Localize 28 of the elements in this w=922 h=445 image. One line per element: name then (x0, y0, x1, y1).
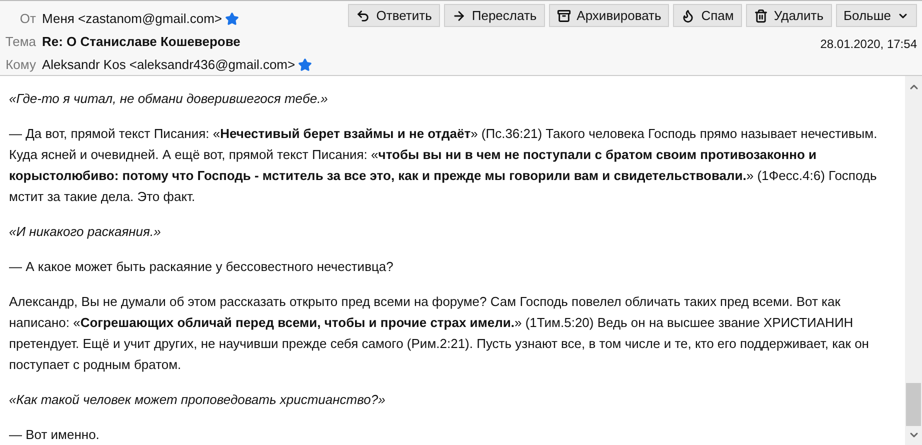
address-text[interactable]: Меня <zastanom@gmail.com> (42, 8, 222, 28)
address-text[interactable]: Aleksandr Kos <aleksandr436@gmail.com> (42, 54, 296, 74)
quoted-line: «Как такой человек может проповедовать христианство?» (9, 391, 386, 409)
date-text: 28.01.2020, 17:54 (820, 36, 917, 53)
field-label: От (18, 10, 37, 28)
subject-text: Re: О Станиславе Кошеверове (42, 32, 240, 51)
forward-button[interactable]: Переслать (444, 4, 545, 27)
delete-button[interactable]: Удалить (746, 4, 832, 27)
archive-icon (556, 8, 571, 22)
scrollbar[interactable] (905, 76, 922, 445)
field-label: Тема (4, 32, 37, 51)
spam-button[interactable]: Спам (673, 4, 742, 27)
star-icon[interactable] (298, 58, 312, 72)
paragraph: — Да вот, прямой текст Писания: «Нечестивый берет взаймы и не отдаёт» (Пс.36:21) Такого человека Господь прямо называет нечестивым. Куда ясней и очевидней. А ещё вот, прямой текст Писания: «чтобы вы ни в чем не поступали с братом своим противозаконно и корыстолюбиво: потому что Господь - мститель за все это, как и прежде мы говорили вам и свидетельствовали.» (1Фесс.4:6) Господь мстит за такие дела. Это факт. (9, 125, 878, 206)
quoted-line: «И никакого раскаяния.» (9, 223, 162, 241)
paragraph: — А какое может быть раскаяние у бессовестного нечестивца? (9, 258, 394, 276)
paragraph: — Вот именно. (9, 426, 100, 444)
scroll-thumb[interactable] (906, 383, 921, 426)
reply-button[interactable]: Ответить (348, 4, 440, 27)
paragraph: Александр, Вы не думали об этом рассказать открыто пред всеми на форуме? Сам Господь повелел обличать таких пред всеми. Вот как написано: «Согрешающих обличай перед всеми, чтобы и прочие страх имели.» (1Тим.5:20) Ведь он на высшее звание ХРИСТИАНИН претендует. Ещё и учит других, не научивши прежде себя самого (Рим.2:21). Пусть узнают все, в том числе и те, кто его поддерживает, как он поступает с родным братом. (9, 293, 870, 374)
reply-icon (356, 8, 370, 22)
flame-icon (681, 8, 696, 22)
star-icon[interactable] (225, 12, 240, 26)
more-button[interactable]: Больше (836, 4, 917, 27)
trash-icon (754, 8, 768, 22)
field-label: Кому (4, 56, 37, 74)
quoted-line: «Где-то я читал, не обмани доверившегося тебе.» (9, 90, 329, 108)
archive-button[interactable]: Архивировать (548, 4, 670, 27)
